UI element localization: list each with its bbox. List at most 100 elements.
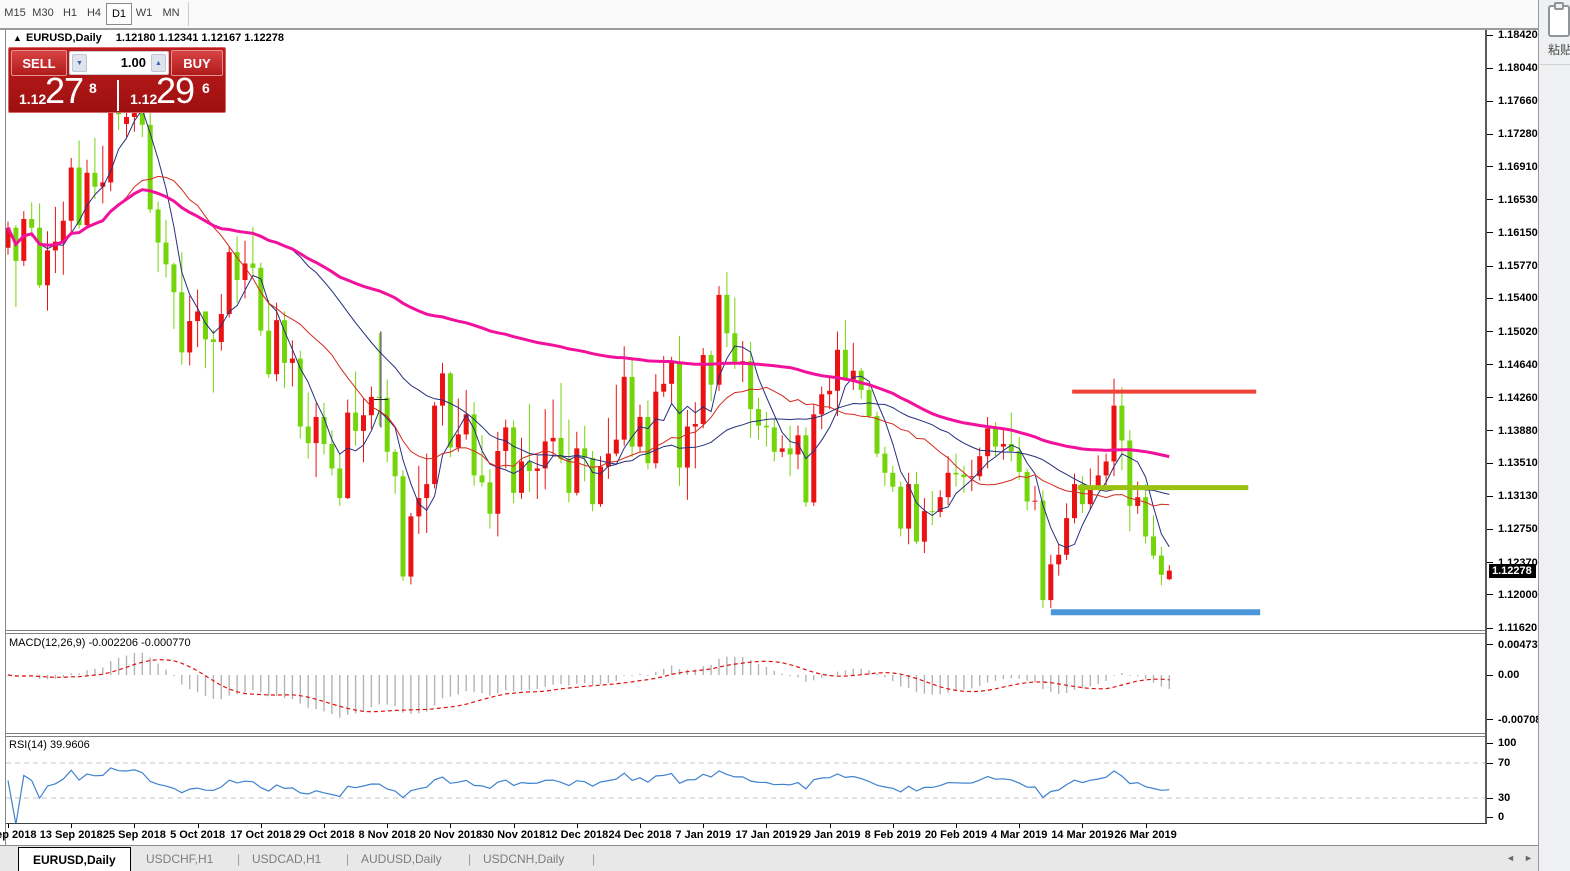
rsi-tick [1487,817,1493,818]
macd-tick-label: 0.004735 [1498,639,1544,651]
timeframe-h4[interactable]: H4 [82,3,106,23]
timeframe-m15[interactable]: M15 [2,3,28,23]
price-tick-label: 1.14640 [1498,359,1538,371]
price-tick [1487,166,1493,167]
overlay-divider [1540,64,1570,65]
price-tick [1487,397,1493,398]
collapse-arrow-icon[interactable]: ▲ [13,33,22,43]
date-tick [514,824,515,828]
overlay-window: 粘贴 [1538,0,1570,871]
price-tick-label: 1.11620 [1498,622,1537,634]
tab-eurusd-daily[interactable]: EURUSD,Daily [18,847,131,871]
tab-scroll-right-icon[interactable]: ► [1524,853,1533,863]
rsi-tick [1487,743,1493,744]
price-tick-label: 1.15770 [1498,260,1538,272]
tab-usdcad-h1[interactable]: USDCAD,H1 [252,847,321,871]
date-tick [134,824,135,828]
price-tick-label: 1.16530 [1498,194,1538,206]
price-tick-label: 1.14260 [1498,392,1538,404]
price-tick-label: 1.15020 [1498,326,1538,338]
buy-price[interactable]: 1.12 29 6 [120,76,227,114]
rsi-tick-label: 70 [1498,757,1510,769]
buy-price-sup: 6 [202,80,210,96]
date-tick [893,824,894,828]
sell-price-big: 27 [45,70,83,112]
date-tick [1019,824,1020,828]
tab-scroll-left-icon[interactable]: ◄ [1506,853,1515,863]
date-tick [830,824,831,828]
candlestick-chart[interactable] [6,30,1485,630]
clipboard-paste-icon[interactable] [1548,5,1570,37]
sell-price-sup: 8 [89,80,97,96]
sell-price-prefix: 1.12 [19,91,46,107]
paste-button-label[interactable]: 粘贴 [1548,41,1570,58]
timeframe-d1-active[interactable]: D1 [106,3,132,25]
date-tick [450,824,451,828]
macd-tick-label: 0.00 [1498,669,1519,681]
tab-separator: | [468,847,471,871]
price-tick-label: 1.12000 [1498,589,1538,601]
price-tick [1487,529,1493,530]
macd-tick [1487,719,1493,720]
chart-tab-bar: EURUSD,Daily USDCHF,H1 | USDCAD,H1 | AUD… [0,845,1538,871]
sell-price[interactable]: 1.12 27 8 [9,76,116,114]
date-tick [324,824,325,828]
price-tick-label: 1.17660 [1498,95,1538,107]
price-tick [1487,266,1493,267]
date-axis: 3 Sep 201813 Sep 201825 Sep 20185 Oct 20… [6,823,1487,845]
tab-audusd-daily[interactable]: AUDUSD,Daily [361,847,442,871]
price-tick-label: 1.16910 [1498,161,1538,173]
price-tick [1487,68,1493,69]
chart-symbol-label: EURUSD,Daily [26,32,102,44]
toolbar-separator [188,2,189,26]
price-tick [1487,496,1493,497]
date-tick [766,824,767,828]
price-tick [1487,134,1493,135]
timeframe-toolbar: M15 M30 H1 H4 D1 W1 MN [0,0,1538,30]
rsi-tick-label: 100 [1498,737,1516,749]
tab-separator: | [237,847,240,871]
price-tick [1487,364,1493,365]
date-tick [8,824,9,828]
macd-tick [1487,675,1493,676]
price-axis: 1.18420 1.18040 1.17660 1.17280 1.16910 1.165… [1487,30,1538,823]
timeframe-w1[interactable]: W1 [132,3,156,23]
price-tick-label: 1.12750 [1498,523,1538,535]
price-tick [1487,594,1493,595]
price-tick [1487,628,1493,629]
price-tick [1487,35,1493,36]
date-tick [640,824,641,828]
buy-price-big: 29 [156,70,194,112]
rsi-tick [1487,763,1493,764]
price-divider [117,80,119,111]
price-tick-label: 1.16150 [1498,227,1538,239]
date-tick [198,824,199,828]
price-tick [1487,232,1493,233]
price-tick [1487,101,1493,102]
timeframe-m30[interactable]: M30 [30,3,56,23]
date-tick [1082,824,1083,828]
timeframe-h1[interactable]: H1 [58,3,82,23]
price-tick-label: 1.18420 [1498,29,1538,41]
volume-input[interactable]: 1.00 [121,55,146,70]
price-tick-label: 1.13880 [1498,425,1538,437]
chart-title: EURUSD,Daily1.12180 1.12341 1.12167 1.12… [26,32,284,46]
tab-separator: | [346,847,349,871]
price-tick-label: 1.13130 [1498,490,1538,502]
volume-stepper: ▼ 1.00 ▲ [69,51,169,75]
date-tick [577,824,578,828]
date-tick [261,824,262,828]
date-tick [956,824,957,828]
rsi-indicator-chart[interactable] [6,737,1485,823]
tab-usdcnh-daily[interactable]: USDCNH,Daily [483,847,564,871]
price-tick-label: 1.17280 [1498,128,1538,140]
rsi-label: RSI(14) 39.9606 [9,739,90,751]
timeframe-mn[interactable]: MN [158,3,184,23]
price-tick [1487,463,1493,464]
price-tick-label: 1.18040 [1498,62,1538,74]
macd-indicator-chart[interactable] [6,634,1485,733]
current-price-tag: 1.12278 [1489,564,1536,578]
price-tick [1487,298,1493,299]
tab-usdchf-h1[interactable]: USDCHF,H1 [146,847,213,871]
date-tick-label: 26 Mar 2019 [1101,829,1191,841]
